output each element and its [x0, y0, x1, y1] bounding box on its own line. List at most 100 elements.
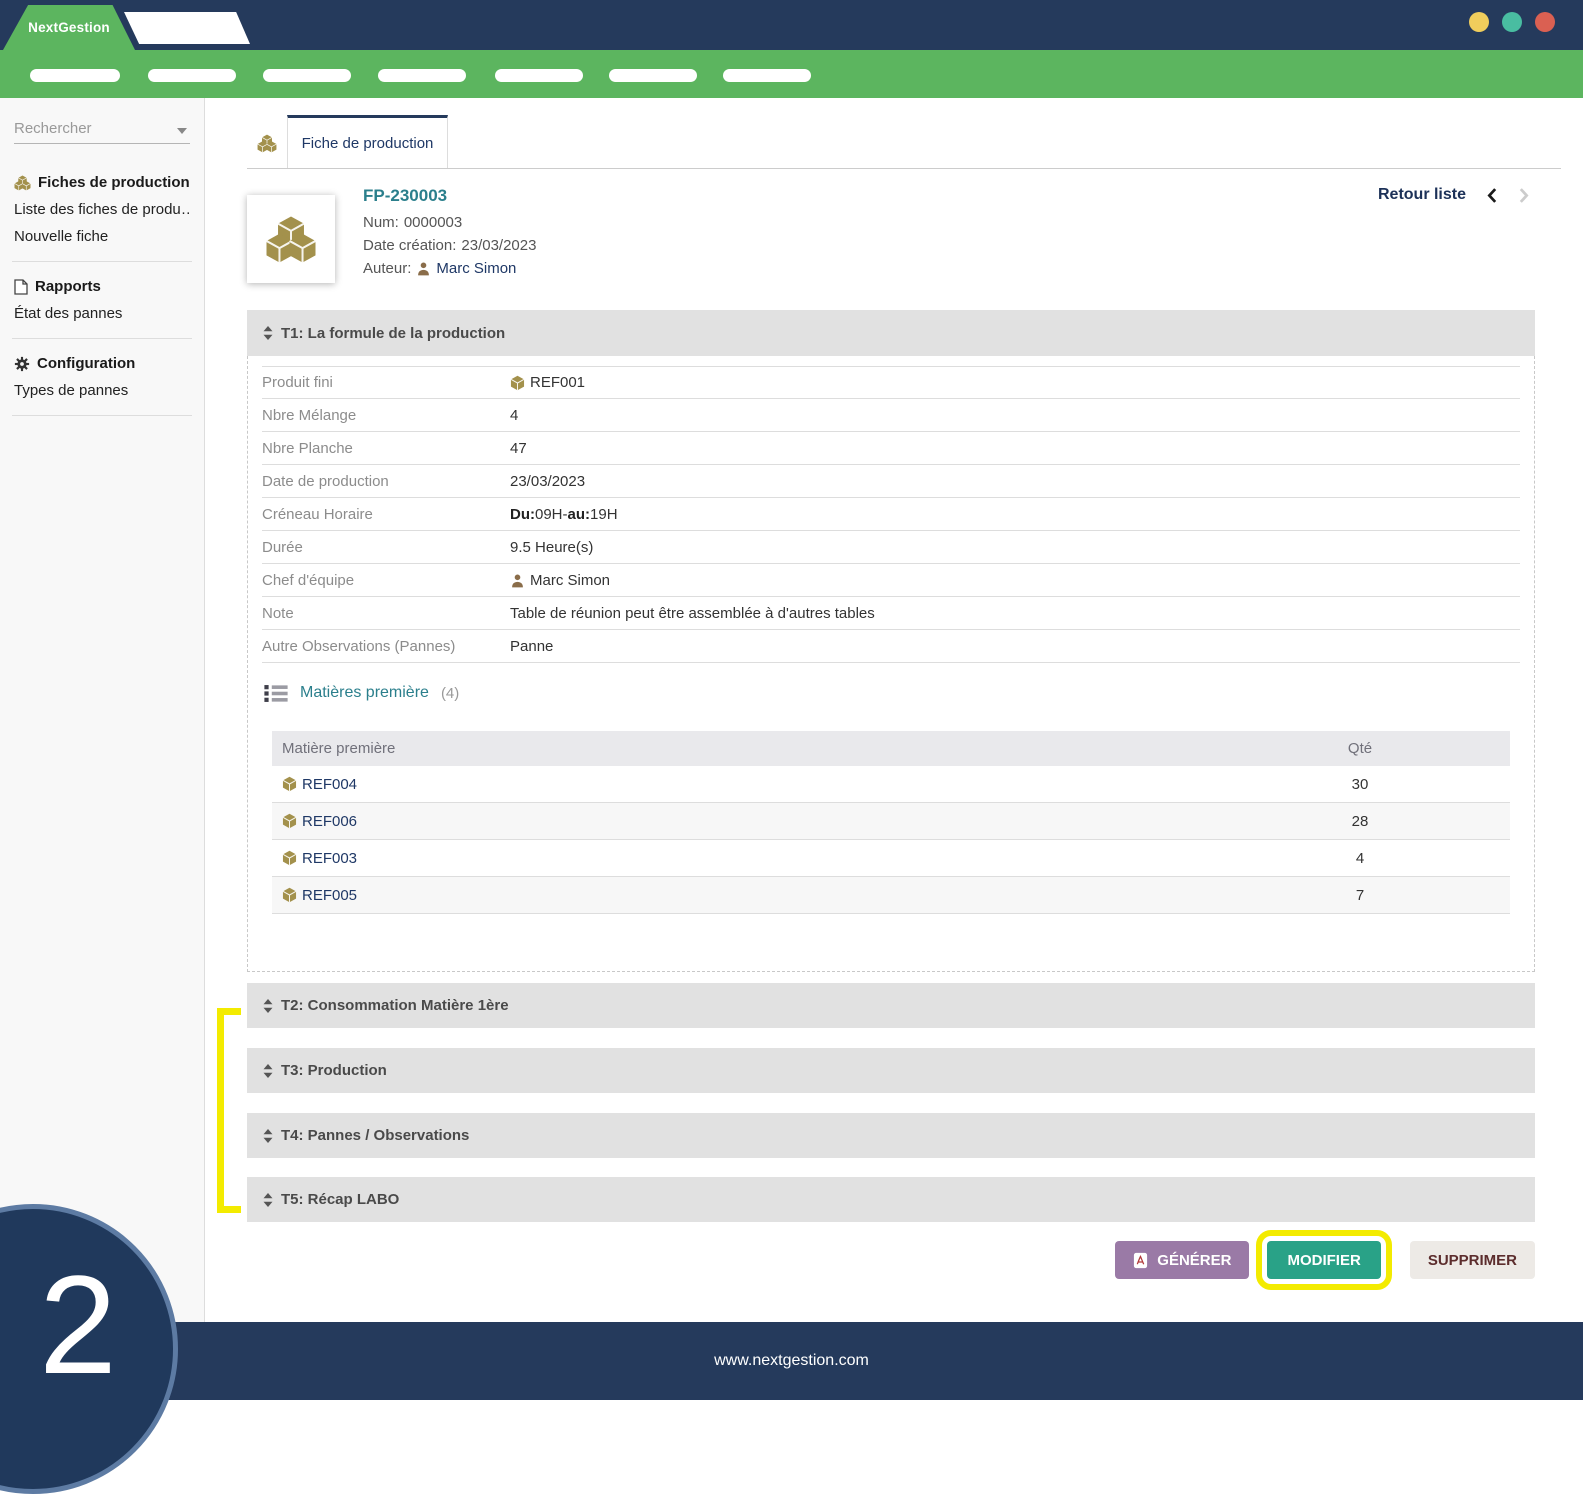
material-qty: 28 [1210, 813, 1510, 830]
pdf-file-icon [1133, 1252, 1148, 1269]
footer: www.nextgestion.com [0, 1322, 1583, 1400]
sort-icon [263, 1064, 273, 1078]
divider [12, 415, 192, 416]
report-icon [14, 279, 28, 295]
sidebar-section-configuration: Configuration [14, 355, 190, 372]
nav-item-placeholder[interactable] [723, 69, 811, 82]
produit-fini-link[interactable]: REF001 [530, 374, 585, 391]
section-t5-header[interactable]: T5: Récap LABO [247, 1177, 1535, 1222]
section-t4-header[interactable]: T4: Pannes / Observations [247, 1113, 1535, 1158]
field-row: Chef d'équipe Marc Simon [262, 564, 1520, 597]
search-placeholder: Rechercher [14, 120, 92, 137]
search-input[interactable]: Rechercher [14, 118, 190, 144]
nav-item-placeholder[interactable] [148, 69, 236, 82]
sort-icon [263, 326, 273, 340]
materials-count: (4) [441, 685, 459, 702]
field-row: Note Table de réunion peut être assemblé… [262, 597, 1520, 630]
delete-button[interactable]: SUPPRIMER [1410, 1241, 1535, 1279]
nav-item-placeholder[interactable] [263, 69, 351, 82]
modify-button[interactable]: MODIFIER [1267, 1241, 1380, 1279]
chevron-down-icon [177, 128, 187, 134]
nav-item-placeholder[interactable] [495, 69, 583, 82]
sidebar-section-rapports: Rapports [14, 278, 190, 295]
chef-equipe-link[interactable]: Marc Simon [530, 572, 610, 589]
window-dot-green-icon[interactable] [1502, 12, 1522, 32]
footer-site-url: www.nextgestion.com [714, 1352, 869, 1370]
tab-module-icon[interactable] [247, 118, 287, 168]
author-link[interactable]: Marc Simon [436, 260, 516, 277]
sidebar: Rechercher Fiches de production Liste de… [0, 98, 205, 1322]
table-row: REF006 28 [272, 803, 1510, 840]
material-qty: 7 [1210, 887, 1510, 904]
cube-icon [282, 776, 297, 792]
field-row: Nbre Mélange 4 [262, 399, 1520, 432]
sidebar-item-nouvelle-fiche[interactable]: Nouvelle fiche [14, 228, 190, 245]
material-ref-link[interactable]: REF003 [302, 850, 357, 867]
window-dot-red-icon[interactable] [1535, 12, 1555, 32]
annotation-bracket [217, 1008, 241, 1213]
nav-item-placeholder[interactable] [378, 69, 466, 82]
title-bar: NextGestion [0, 0, 1583, 50]
cubes-icon [265, 215, 317, 264]
main-nav-bar [0, 50, 1583, 98]
cube-icon [282, 813, 297, 829]
tab-fiche-de-production[interactable]: Fiche de production [287, 115, 448, 168]
sidebar-item-liste-fiches[interactable]: Liste des fiches de produ… [14, 201, 190, 218]
sidebar-item-types-pannes[interactable]: Types de pannes [14, 382, 190, 399]
back-to-list-link[interactable]: Retour liste [1378, 186, 1466, 204]
brand-tab[interactable]: NextGestion [3, 5, 135, 50]
record-author: Auteur: Marc Simon [363, 260, 536, 277]
field-row: Date de production 23/03/2023 [262, 465, 1520, 498]
sort-icon [263, 1193, 273, 1207]
record-thumbnail [247, 195, 335, 283]
person-icon [416, 261, 431, 276]
nav-item-placeholder[interactable] [30, 69, 120, 82]
material-ref-link[interactable]: REF005 [302, 887, 357, 904]
window-dot-yellow-icon[interactable] [1469, 12, 1489, 32]
list-icon [264, 684, 288, 703]
sidebar-section-fiches: Fiches de production [14, 174, 190, 191]
cube-icon [282, 850, 297, 866]
sidebar-item-etat-pannes[interactable]: État des pannes [14, 305, 190, 322]
material-qty: 30 [1210, 776, 1510, 793]
table-row: REF005 7 [272, 877, 1510, 914]
section-t2-header[interactable]: T2: Consommation Matière 1ère [247, 983, 1535, 1028]
section-t1-header[interactable]: T1: La formule de la production [247, 310, 1535, 356]
sort-icon [263, 999, 273, 1013]
field-row: Durée 9.5 Heure(s) [262, 531, 1520, 564]
record-created: Date création: 23/03/2023 [363, 237, 536, 254]
field-row: Produit fini REF001 [262, 366, 1520, 399]
main-content: Fiche de production FP-230003 Num: 00000… [205, 98, 1583, 1322]
divider [12, 338, 192, 339]
cube-icon [282, 887, 297, 903]
table-row: REF004 30 [272, 766, 1510, 803]
cube-icon [510, 375, 525, 391]
material-ref-link[interactable]: REF006 [302, 813, 357, 830]
divider [12, 261, 192, 262]
section-t1: T1: La formule de la production Produit … [247, 310, 1535, 972]
record-title: FP-230003 [363, 186, 536, 206]
material-ref-link[interactable]: REF004 [302, 776, 357, 793]
field-row: Autre Observations (Pannes) Panne [262, 630, 1520, 663]
brand-label: NextGestion [28, 20, 110, 35]
cubes-icon [257, 134, 277, 153]
field-row: Nbre Planche 47 [262, 432, 1520, 465]
gear-icon [14, 356, 30, 372]
field-row: Créneau Horaire Du:09H - au:19H [262, 498, 1520, 531]
section-t3-header[interactable]: T3: Production [247, 1048, 1535, 1093]
person-icon [510, 573, 525, 588]
record-num: Num: 0000003 [363, 214, 536, 231]
nav-item-placeholder[interactable] [609, 69, 697, 82]
materials-table: Matière première Qté REF004 30 REF006 28… [272, 731, 1510, 914]
table-row: REF003 4 [272, 840, 1510, 877]
cubes-icon [14, 175, 31, 191]
sort-icon [263, 1129, 273, 1143]
chevron-right-icon[interactable] [1518, 187, 1530, 204]
materials-title[interactable]: Matières première [300, 684, 429, 702]
chevron-left-icon[interactable] [1486, 187, 1498, 204]
materials-table-header: Matière première Qté [272, 731, 1510, 766]
generate-button[interactable]: GÉNÉRER [1115, 1241, 1249, 1279]
material-qty: 4 [1210, 850, 1510, 867]
divider [247, 168, 1561, 169]
secondary-tab-placeholder[interactable] [124, 12, 250, 44]
